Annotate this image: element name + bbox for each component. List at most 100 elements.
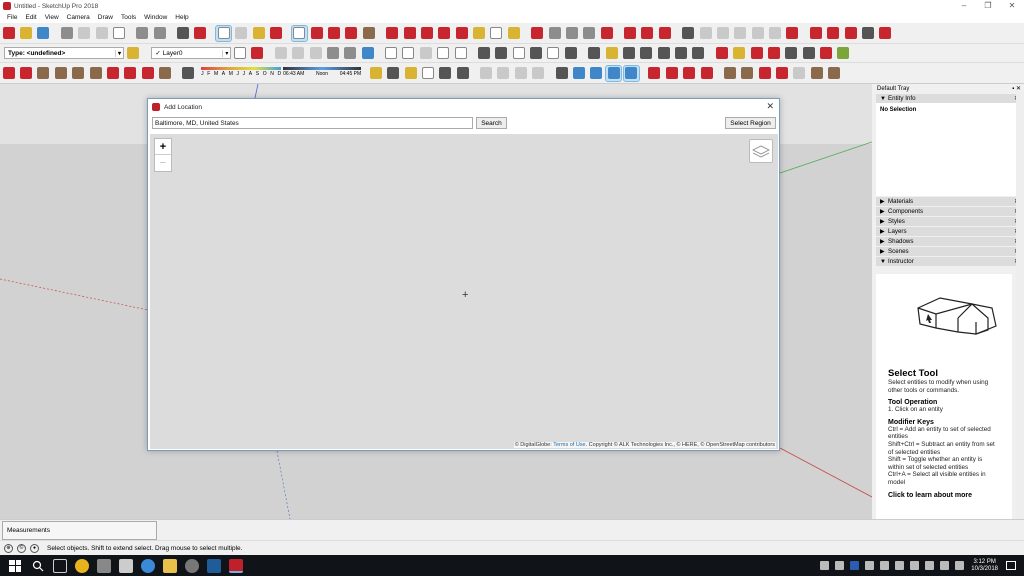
warehouse-get-icon[interactable] bbox=[476, 46, 491, 61]
undo-icon[interactable] bbox=[135, 26, 150, 41]
tray-app-icon[interactable] bbox=[910, 561, 920, 570]
zoom-icon[interactable] bbox=[564, 26, 579, 41]
store-icon[interactable] bbox=[97, 558, 111, 573]
notification-icon[interactable] bbox=[1006, 561, 1016, 570]
sketchy-edges-icon[interactable] bbox=[722, 66, 737, 81]
cut-icon[interactable] bbox=[59, 26, 74, 41]
polygon-icon[interactable] bbox=[88, 66, 103, 81]
look-around-icon[interactable] bbox=[766, 46, 781, 61]
style-xray-icon[interactable] bbox=[698, 26, 713, 41]
solid-intersect-icon[interactable] bbox=[674, 46, 689, 61]
panel-layers[interactable]: ▶ Layers ✕ bbox=[876, 227, 1022, 236]
solid-outer-icon[interactable] bbox=[656, 46, 671, 61]
move-icon[interactable] bbox=[437, 26, 452, 41]
component-icon[interactable] bbox=[529, 46, 544, 61]
house-icon[interactable] bbox=[511, 46, 526, 61]
credits-icon[interactable]: © bbox=[17, 543, 26, 553]
paint-icon[interactable] bbox=[506, 26, 521, 41]
search-button[interactable]: Search bbox=[476, 117, 507, 129]
sketchy-style-icon[interactable] bbox=[740, 66, 755, 81]
style-builder-4-icon[interactable] bbox=[809, 66, 824, 81]
link-icon[interactable] bbox=[436, 46, 451, 61]
rotated-rectangle-icon[interactable] bbox=[53, 66, 68, 81]
select-region-button[interactable]: Select Region bbox=[725, 117, 776, 129]
panel-shadows[interactable]: ▶ Shadows ✕ bbox=[876, 237, 1022, 246]
rotate-icon[interactable] bbox=[419, 26, 434, 41]
menu-edit[interactable]: Edit bbox=[21, 14, 40, 21]
unlink-icon[interactable] bbox=[453, 46, 468, 61]
iso-view-icon[interactable] bbox=[273, 46, 288, 61]
map-view[interactable]: + − + © DigitalGlobe: Terms of Use. Copy… bbox=[150, 134, 778, 449]
photo-textures-icon[interactable] bbox=[843, 26, 858, 41]
close-icon[interactable]: ✕ bbox=[766, 101, 774, 112]
left-view-icon[interactable] bbox=[360, 46, 375, 61]
redo-icon[interactable] bbox=[152, 26, 167, 41]
paint-tool-2-icon[interactable] bbox=[418, 46, 433, 61]
pan-icon[interactable] bbox=[547, 26, 562, 41]
dimension-icon[interactable] bbox=[386, 66, 401, 81]
warehouse-icon[interactable] bbox=[623, 26, 638, 41]
file-explorer-icon[interactable] bbox=[163, 558, 177, 573]
windows-start-icon[interactable] bbox=[9, 559, 21, 572]
arc-icon[interactable] bbox=[105, 66, 120, 81]
instructor-more-link[interactable]: Click to learn about more bbox=[888, 492, 1000, 499]
sketchup-active-icon[interactable] bbox=[229, 558, 243, 573]
shadows-toggle-icon[interactable] bbox=[181, 66, 196, 81]
edge-icon[interactable] bbox=[141, 558, 155, 573]
back-view-icon[interactable] bbox=[343, 46, 358, 61]
position-camera-icon[interactable] bbox=[749, 46, 764, 61]
footprints-icon[interactable] bbox=[784, 46, 799, 61]
move-arrows-icon[interactable] bbox=[554, 66, 569, 81]
tray-app-icon[interactable] bbox=[895, 561, 905, 570]
text-label-icon[interactable] bbox=[420, 66, 435, 81]
two-point-arc-icon[interactable] bbox=[123, 66, 138, 81]
axes-icon[interactable] bbox=[438, 66, 453, 81]
geo-location-icon[interactable]: ⊕ bbox=[4, 543, 13, 553]
zoom-extents-icon[interactable] bbox=[599, 26, 614, 41]
sandbox-smoove-icon[interactable] bbox=[878, 26, 893, 41]
print-icon[interactable] bbox=[176, 26, 191, 41]
menu-help[interactable]: Help bbox=[171, 14, 192, 21]
select-tool-large-icon[interactable] bbox=[290, 24, 308, 42]
solid-split-icon[interactable] bbox=[639, 46, 654, 61]
solid-subtract-icon[interactable] bbox=[604, 46, 619, 61]
sandbox-from-scratch-icon[interactable] bbox=[531, 66, 546, 81]
layer-manager-icon[interactable] bbox=[233, 46, 248, 61]
style-builder-3-icon[interactable] bbox=[792, 66, 807, 81]
style-hidden-icon[interactable] bbox=[733, 26, 748, 41]
group-icon[interactable] bbox=[563, 46, 578, 61]
tray-scrollbar[interactable] bbox=[1016, 91, 1024, 521]
ext-manager-icon[interactable] bbox=[836, 46, 851, 61]
shadow-time-slider[interactable]: 06:43 AM Noon 04:45 PM bbox=[283, 67, 362, 79]
solid-trim-icon[interactable] bbox=[621, 46, 636, 61]
tray-app-icon[interactable] bbox=[835, 561, 845, 570]
panel-materials[interactable]: ▶ Materials ✕ bbox=[876, 197, 1022, 206]
camera-std-2-icon[interactable] bbox=[589, 66, 604, 81]
chrome-icon[interactable] bbox=[75, 558, 89, 573]
task-view-icon[interactable] bbox=[53, 558, 67, 573]
layer-color-icon[interactable] bbox=[125, 46, 140, 61]
tray-app-icon[interactable] bbox=[850, 561, 860, 570]
map-layers-button[interactable] bbox=[749, 139, 773, 163]
solid-shell-icon[interactable] bbox=[691, 46, 706, 61]
style-wireframe-icon[interactable] bbox=[715, 26, 730, 41]
sandbox-from-contours-icon[interactable] bbox=[513, 66, 528, 81]
restore-button[interactable]: ❐ bbox=[976, 0, 1000, 12]
style-textured-icon[interactable] bbox=[768, 26, 783, 41]
share-model-icon[interactable] bbox=[640, 26, 655, 41]
measurements-box[interactable]: Measurements bbox=[2, 521, 157, 540]
dc-attributes-icon[interactable] bbox=[682, 66, 697, 81]
paint-bucket-icon[interactable] bbox=[251, 26, 266, 41]
eye-icon[interactable] bbox=[801, 46, 816, 61]
style-monochrome-icon[interactable] bbox=[785, 26, 800, 41]
scale-icon[interactable] bbox=[454, 26, 469, 41]
arc-tool-icon[interactable] bbox=[344, 26, 359, 41]
sandbox-icon[interactable] bbox=[860, 26, 875, 41]
volume-icon[interactable] bbox=[955, 561, 965, 570]
style-builder-icon[interactable] bbox=[757, 66, 772, 81]
minimize-button[interactable]: – bbox=[952, 0, 976, 12]
style-builder-2-icon[interactable] bbox=[775, 66, 790, 81]
circle-icon[interactable] bbox=[71, 66, 86, 81]
tray-app-icon[interactable] bbox=[820, 561, 830, 570]
toggle-terrain-icon[interactable] bbox=[826, 26, 841, 41]
